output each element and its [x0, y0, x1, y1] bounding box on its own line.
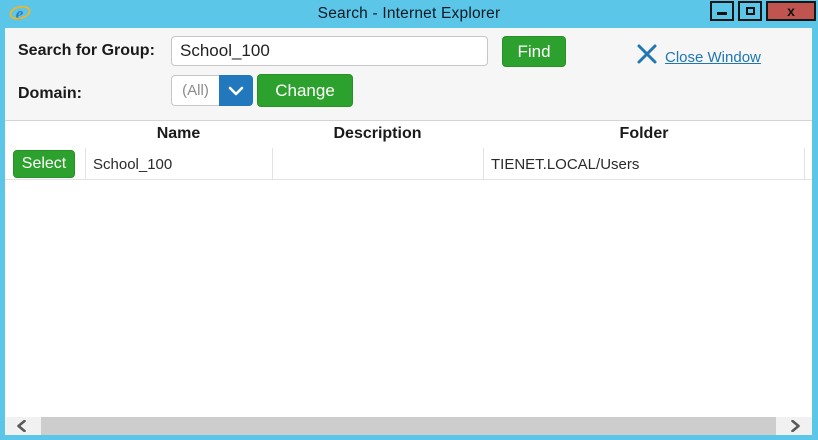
group-search-input[interactable]	[171, 36, 488, 66]
close-window-label: Close Window	[665, 43, 761, 66]
minimize-icon	[717, 12, 727, 15]
find-button[interactable]: Find	[502, 36, 566, 67]
column-header-name: Name	[85, 121, 272, 148]
domain-label: Domain:	[18, 85, 82, 103]
maximize-button[interactable]	[738, 1, 762, 21]
select-button[interactable]: Select	[13, 150, 75, 178]
search-form: Search for Group: Find Close Window Doma…	[5, 28, 812, 121]
table-row: Select School_100 TIENET.LOCAL/Users	[5, 148, 812, 180]
window-title: Search - Internet Explorer	[0, 0, 818, 28]
chevron-down-icon	[228, 86, 244, 96]
change-button[interactable]: Change	[257, 74, 353, 107]
results-table: Name Description Folder Select School_10…	[5, 121, 812, 180]
scroll-right-button[interactable]	[779, 417, 812, 435]
scroll-left-button[interactable]	[5, 417, 38, 435]
maximize-icon	[746, 7, 755, 15]
name-cell: School_100	[85, 148, 272, 180]
chevron-left-icon	[17, 420, 26, 432]
select-cell: Select	[5, 148, 85, 180]
chevron-right-icon	[791, 420, 800, 432]
table-header-row: Name Description Folder	[5, 121, 812, 148]
browser-popup-window: e Search - Internet Explorer x Search fo…	[0, 0, 818, 440]
close-window-link[interactable]: Close Window	[635, 42, 761, 66]
close-button[interactable]: x	[766, 1, 816, 21]
domain-dropdown[interactable]: (All)	[171, 75, 253, 106]
horizontal-scrollbar[interactable]	[5, 417, 812, 435]
page-content: Search for Group: Find Close Window Doma…	[5, 28, 812, 435]
scrollbar-thumb[interactable]	[41, 417, 776, 435]
titlebar: e Search - Internet Explorer x	[0, 0, 818, 28]
column-header-folder: Folder	[483, 121, 805, 148]
search-for-group-label: Search for Group:	[18, 42, 155, 60]
minimize-button[interactable]	[710, 1, 734, 21]
dropdown-toggle-button[interactable]	[219, 75, 253, 106]
column-header-description: Description	[272, 121, 483, 148]
window-controls: x	[710, 1, 816, 21]
domain-selected-value: (All)	[171, 75, 219, 106]
close-window-x-icon	[635, 42, 659, 66]
description-cell	[272, 148, 483, 180]
folder-cell: TIENET.LOCAL/Users	[483, 148, 805, 180]
close-icon: x	[787, 4, 795, 18]
